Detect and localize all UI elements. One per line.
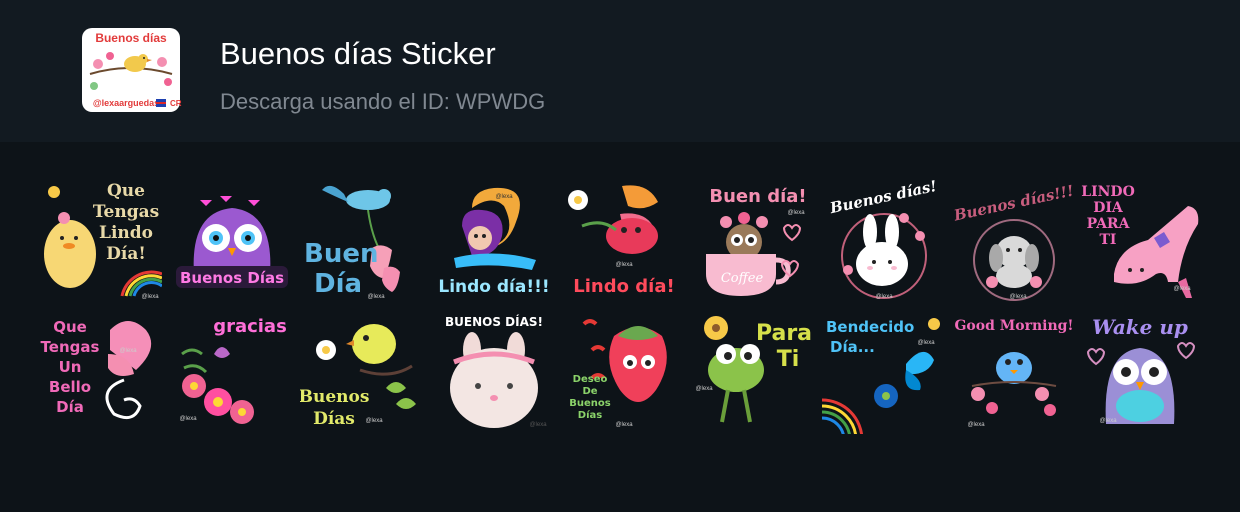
sticker-1-line-4: Día! [106, 244, 146, 264]
pack-thumbnail: Buenos días @lexaarguedas CR [80, 26, 182, 114]
sticker-2-line-1: Buenos Días [180, 269, 284, 287]
pack-header: Buenos días @lexaarguedas CR Buenos días… [0, 0, 1240, 142]
sticker-9-line-3: PARA [1087, 216, 1131, 232]
heart-butterfly-icon: Que Tengas Un Bello Día @lexa [41, 318, 152, 420]
duckling-icon: Que Tengas Lindo Día! @lexa [44, 181, 162, 300]
sticker-4[interactable]: Lindo día!!! @lexa [432, 178, 556, 302]
sticker-6-tag: @lexa [787, 210, 805, 216]
sticker-10-line-5: Día [56, 398, 84, 416]
sticker-14-line-2: De [582, 386, 597, 397]
sticker-13[interactable]: BUENOS DÍAS! @lexa [432, 310, 556, 434]
thumb-flag-text: CR [170, 99, 182, 108]
pack-title: Buenos días Sticker [220, 36, 496, 71]
sticker-10-tag: @lexa [119, 348, 137, 354]
frog-flower-icon: Para Ti @lexa [695, 316, 812, 423]
sticker-6-cup-text: Coffee [721, 271, 764, 286]
sticker-10-line-4: Bello [49, 378, 91, 396]
bird-flower-icon: Buen Día @lexa [304, 185, 400, 300]
sticker-3-line-1: Buen [304, 239, 378, 269]
bluebird-icon: Good Morning! @lexa [954, 318, 1073, 428]
strawberry-icon: Deseo De Buenos Días @lexa [569, 319, 667, 428]
bunny-face-icon: BUENOS DÍAS! @lexa [445, 314, 547, 428]
pack-id-subtitle: Descarga usando el ID: WPWDG [220, 89, 546, 114]
sticker-8-tag: @lexa [1009, 294, 1027, 300]
sticker-17[interactable]: Good Morning! @lexa [952, 310, 1076, 434]
sticker-1-line-1: Que [107, 181, 145, 201]
sticker-13-line-1: BUENOS DÍAS! [445, 314, 543, 329]
sticker-18-tag: @lexa [1099, 418, 1117, 424]
sticker-14-line-1: Deseo [573, 374, 608, 385]
sticker-7[interactable]: Buenos días! @lexa [822, 178, 946, 302]
owl-coffee-cup-icon: Buen día! Coffee @lexa [706, 186, 807, 296]
sticker-5-tag: @lexa [615, 262, 633, 268]
sticker-1-tag: @lexa [141, 294, 159, 300]
sticker-10-line-3: Un [59, 358, 82, 376]
sticker-15-tag: @lexa [695, 386, 713, 392]
sticker-7-line-1: Buenos días! [827, 178, 938, 217]
sticker-3[interactable]: Buen Día @lexa [300, 178, 424, 302]
pack-thumbnail-art: Buenos días @lexaarguedas CR [82, 28, 182, 112]
sticker-16-line-2: Día... [830, 338, 875, 356]
sticker-16-tag: @lexa [917, 340, 935, 346]
sticker-16[interactable]: Bendecido Día... @lexa [822, 310, 946, 434]
sticker-14[interactable]: Deseo De Buenos Días @lexa [562, 310, 686, 434]
mermaid-icon: Lindo día!!! @lexa [438, 187, 550, 297]
sticker-1-line-3: Lindo [99, 223, 153, 243]
sticker-4-tag: @lexa [495, 194, 513, 200]
yellow-bird-icon: Buenos Días @lexa [300, 324, 416, 429]
sticker-12-line-1: Buenos [300, 387, 369, 407]
sticker-9-line-2: DIA [1093, 200, 1124, 216]
sticker-18[interactable]: Wake up @lexa [1078, 310, 1202, 434]
sticker-3-line-2: Día [314, 269, 362, 299]
sticker-1[interactable]: Que Tengas Lindo Día! @lexa [38, 178, 162, 302]
puppy-icon: Buenos días!!! @lexa [952, 182, 1075, 301]
sticker-14-line-4: Días [578, 409, 602, 421]
sticker-16-line-1: Bendecido [826, 318, 914, 336]
sticker-11-line-1: gracias [213, 316, 287, 337]
high-heel-shoe-icon: LINDO DIA PARA TI @lexa [1081, 184, 1199, 298]
flowers-icon: gracias @lexa [179, 316, 287, 424]
owl-purple-icon: Wake up @lexa [1086, 315, 1196, 424]
sticker-15-line-2: Ti [777, 347, 800, 372]
sticker-12-line-2: Días [313, 409, 355, 429]
sticker-18-line-1: Wake up [1092, 315, 1188, 339]
sticker-12[interactable]: Buenos Días @lexa [300, 310, 424, 434]
sticker-12-tag: @lexa [365, 418, 383, 424]
sticker-11[interactable]: gracias @lexa [170, 310, 294, 434]
sticker-9-line-1: LINDO [1081, 184, 1135, 200]
butterfly-fairy-icon: Lindo día! @lexa [568, 185, 675, 297]
sticker-8[interactable]: Buenos días!!! @lexa [952, 178, 1076, 302]
sticker-grid: Que Tengas Lindo Día! @lexa Buenos Días [0, 142, 1240, 512]
sticker-15-line-1: Para [756, 321, 812, 346]
sticker-9-line-4: TI [1100, 232, 1117, 248]
sticker-5[interactable]: Lindo día! @lexa [562, 178, 686, 302]
sticker-10-line-2: Tengas [41, 338, 100, 356]
sticker-9-tag: @lexa [1173, 286, 1191, 292]
sticker-14-tag: @lexa [615, 422, 633, 428]
sticker-6[interactable]: Buen día! Coffee @lexa [692, 178, 816, 302]
rainbow-butterfly-icon: Bendecido Día... @lexa [822, 318, 940, 434]
thumb-author-text: @lexaarguedas [93, 98, 159, 108]
sticker-13-tag: @lexa [529, 422, 547, 428]
sticker-1-line-2: Tengas [93, 202, 159, 222]
sticker-11-tag: @lexa [179, 416, 197, 422]
sticker-10-line-1: Que [53, 318, 87, 336]
sticker-2[interactable]: Buenos Días [170, 178, 294, 302]
sticker-6-line-1: Buen día! [709, 186, 806, 207]
owl-icon: Buenos Días [176, 196, 288, 288]
sticker-14-line-3: Buenos [569, 398, 611, 409]
sticker-17-line-1: Good Morning! [954, 318, 1073, 334]
thumb-title-text: Buenos días [95, 31, 167, 45]
sticker-8-line-1: Buenos días!!! [952, 182, 1075, 225]
bunny-icon: Buenos días! @lexa [827, 178, 938, 300]
sticker-3-tag: @lexa [367, 294, 385, 300]
sticker-5-line-1: Lindo día! [573, 276, 674, 297]
sticker-10[interactable]: Que Tengas Un Bello Día @lexa [38, 310, 162, 434]
sticker-9[interactable]: LINDO DIA PARA TI @lexa [1078, 178, 1202, 302]
sticker-17-tag: @lexa [967, 422, 985, 428]
sticker-4-line-1: Lindo día!!! [438, 277, 549, 297]
sticker-15[interactable]: Para Ti @lexa [692, 310, 816, 434]
sticker-7-tag: @lexa [875, 294, 893, 300]
